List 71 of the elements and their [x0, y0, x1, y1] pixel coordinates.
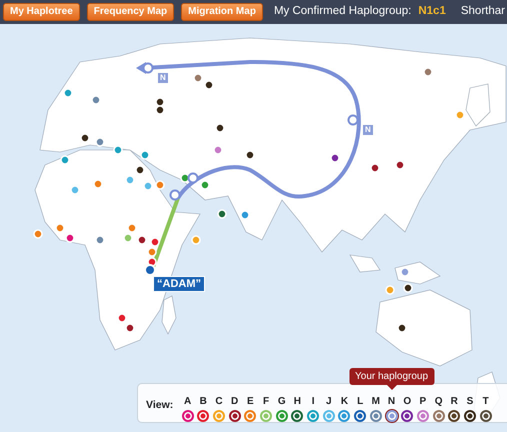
haplogroup-letter: H	[294, 396, 301, 408]
haplogroup-letter: L	[357, 396, 364, 408]
haplogroup-letter: K	[340, 396, 348, 408]
haplogroup-tooltip: Your haplogroup	[349, 368, 434, 385]
haplogroup-toggle[interactable]	[228, 410, 241, 422]
haplogroup-pin[interactable]	[125, 323, 135, 333]
haplogroup-toggle[interactable]	[276, 410, 288, 422]
haplogroup-toggle[interactable]	[260, 410, 272, 422]
route-label: N	[157, 72, 169, 84]
origin-pin	[144, 264, 156, 276]
haplogroup-pin[interactable]	[397, 323, 407, 333]
haplogroup-letter: J	[326, 396, 332, 408]
haplogroup-letter: C	[215, 396, 223, 408]
haplogroup-letter: F	[262, 396, 270, 408]
origin-label: “ADAM”	[153, 276, 205, 292]
haplotree-button[interactable]: My Haplotree	[3, 3, 80, 21]
haplogroup-pin[interactable]	[155, 97, 165, 107]
haplogroup-toggle[interactable]	[291, 410, 304, 422]
haplogroup-toggle[interactable]	[338, 410, 350, 422]
haplogroup-letter: S	[466, 396, 474, 408]
haplogroup-toggle[interactable]	[354, 410, 366, 422]
migration-map-button[interactable]: Migration Map	[181, 3, 263, 21]
route-node	[188, 172, 198, 184]
haplogroup-letter: T	[482, 396, 489, 408]
haplogroup-value: N1c1	[418, 4, 446, 20]
haplogroup-toggle[interactable]	[307, 410, 320, 422]
route-node	[170, 190, 180, 200]
view-label: View:	[146, 398, 174, 414]
haplogroup-letter: E	[246, 396, 254, 408]
haplogroup-toggle[interactable]	[448, 410, 460, 422]
haplogroup-pin[interactable]	[135, 165, 145, 175]
haplogroup-pin[interactable]	[80, 133, 90, 143]
haplogroup-letter: N	[388, 396, 396, 408]
haplogroup-letter: M	[372, 396, 380, 408]
haplogroup-letter: O	[403, 396, 412, 408]
header-text: Shorthar	[460, 4, 505, 20]
haplogroup-pin[interactable]	[204, 80, 214, 90]
haplogroup-pin[interactable]	[155, 105, 165, 115]
haplogroup-letter: P	[420, 396, 426, 408]
haplogroup-pin[interactable]	[403, 283, 413, 293]
haplogroup-toggle[interactable]	[322, 410, 335, 422]
haplogroup-letter: Q	[434, 396, 442, 408]
haplogroup-toggle[interactable]	[401, 410, 414, 422]
haplogroup-pin[interactable]	[217, 209, 227, 219]
haplogroup-letter: D	[231, 396, 238, 408]
haplogroup-toggle[interactable]	[464, 410, 476, 422]
haplogroup-toggle[interactable]	[432, 410, 445, 422]
haplogroup-letter: B	[200, 396, 207, 408]
haplogroup-letter: G	[278, 396, 286, 408]
haplogroup-toggle[interactable]	[480, 410, 492, 422]
haplogroup-pin[interactable]	[245, 150, 255, 160]
haplogroup-pin[interactable]	[395, 160, 405, 170]
haplogroup-toggle[interactable]	[197, 410, 210, 422]
haplogroup-toggle[interactable]	[244, 410, 256, 422]
haplogroup-label: My Confirmed Haplogroup:	[274, 4, 412, 20]
haplogroup-letter: R	[450, 396, 458, 408]
haplogroup-pin[interactable]	[215, 123, 225, 133]
haplogroup-toggle[interactable]	[212, 410, 225, 422]
haplogroup-letter: I	[312, 396, 314, 408]
haplogroup-toggle[interactable]	[182, 410, 194, 422]
route-label: N	[362, 124, 374, 136]
haplogroup-toggle[interactable]	[416, 410, 429, 422]
haplogroup-letter: A	[184, 396, 192, 408]
frequency-map-button[interactable]: Frequency Map	[86, 3, 174, 21]
haplogroup-toggle[interactable]	[370, 410, 382, 422]
haplogroup-pin[interactable]	[330, 153, 340, 163]
haplogroup-toggle[interactable]	[386, 410, 398, 422]
haplogroup-pin[interactable]	[370, 163, 380, 173]
route-node	[142, 62, 154, 74]
haplogroup-pin[interactable]	[137, 235, 147, 245]
route-node	[348, 114, 358, 126]
